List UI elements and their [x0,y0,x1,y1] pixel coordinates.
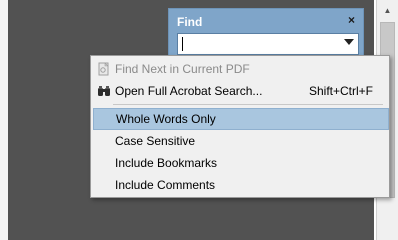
menu-item-open-full-search[interactable]: Open Full Acrobat Search... Shift+Ctrl+F [93,80,389,102]
menu-item-include-bookmarks[interactable]: Include Bookmarks [93,152,389,174]
find-search-input[interactable] [177,33,359,55]
menu-item-label: Find Next in Current PDF [115,62,250,76]
find-options-menu: Find Next in Current PDF Open Full Acrob… [90,55,390,198]
chevron-down-icon[interactable] [344,39,354,45]
menu-item-label: Open Full Acrobat Search... [115,84,263,98]
find-next-icon [98,62,109,76]
menu-item-label: Include Comments [115,178,216,192]
find-title: Find [177,15,203,29]
binoculars-icon [98,86,110,96]
menu-item-label: Case Sensitive [115,134,196,148]
acrobat-window: ▲ Find × Find Next in Current PDF Open F… [0,0,398,240]
left-strip [0,0,8,240]
menu-item-label: Include Bookmarks [115,156,218,170]
menu-item-shortcut: Shift+Ctrl+F [308,84,373,98]
text-caret [182,37,183,51]
menu-item-include-comments[interactable]: Include Comments [93,174,389,196]
scroll-up-arrow-icon[interactable]: ▲ [379,2,396,19]
menu-item-whole-words-only[interactable]: Whole Words Only [93,108,389,130]
menu-item-case-sensitive[interactable]: Case Sensitive [93,130,389,152]
menu-separator [113,104,383,105]
menu-item-find-next[interactable]: Find Next in Current PDF [93,58,389,80]
menu-item-label: Whole Words Only [116,112,216,126]
close-icon[interactable]: × [348,13,355,27]
